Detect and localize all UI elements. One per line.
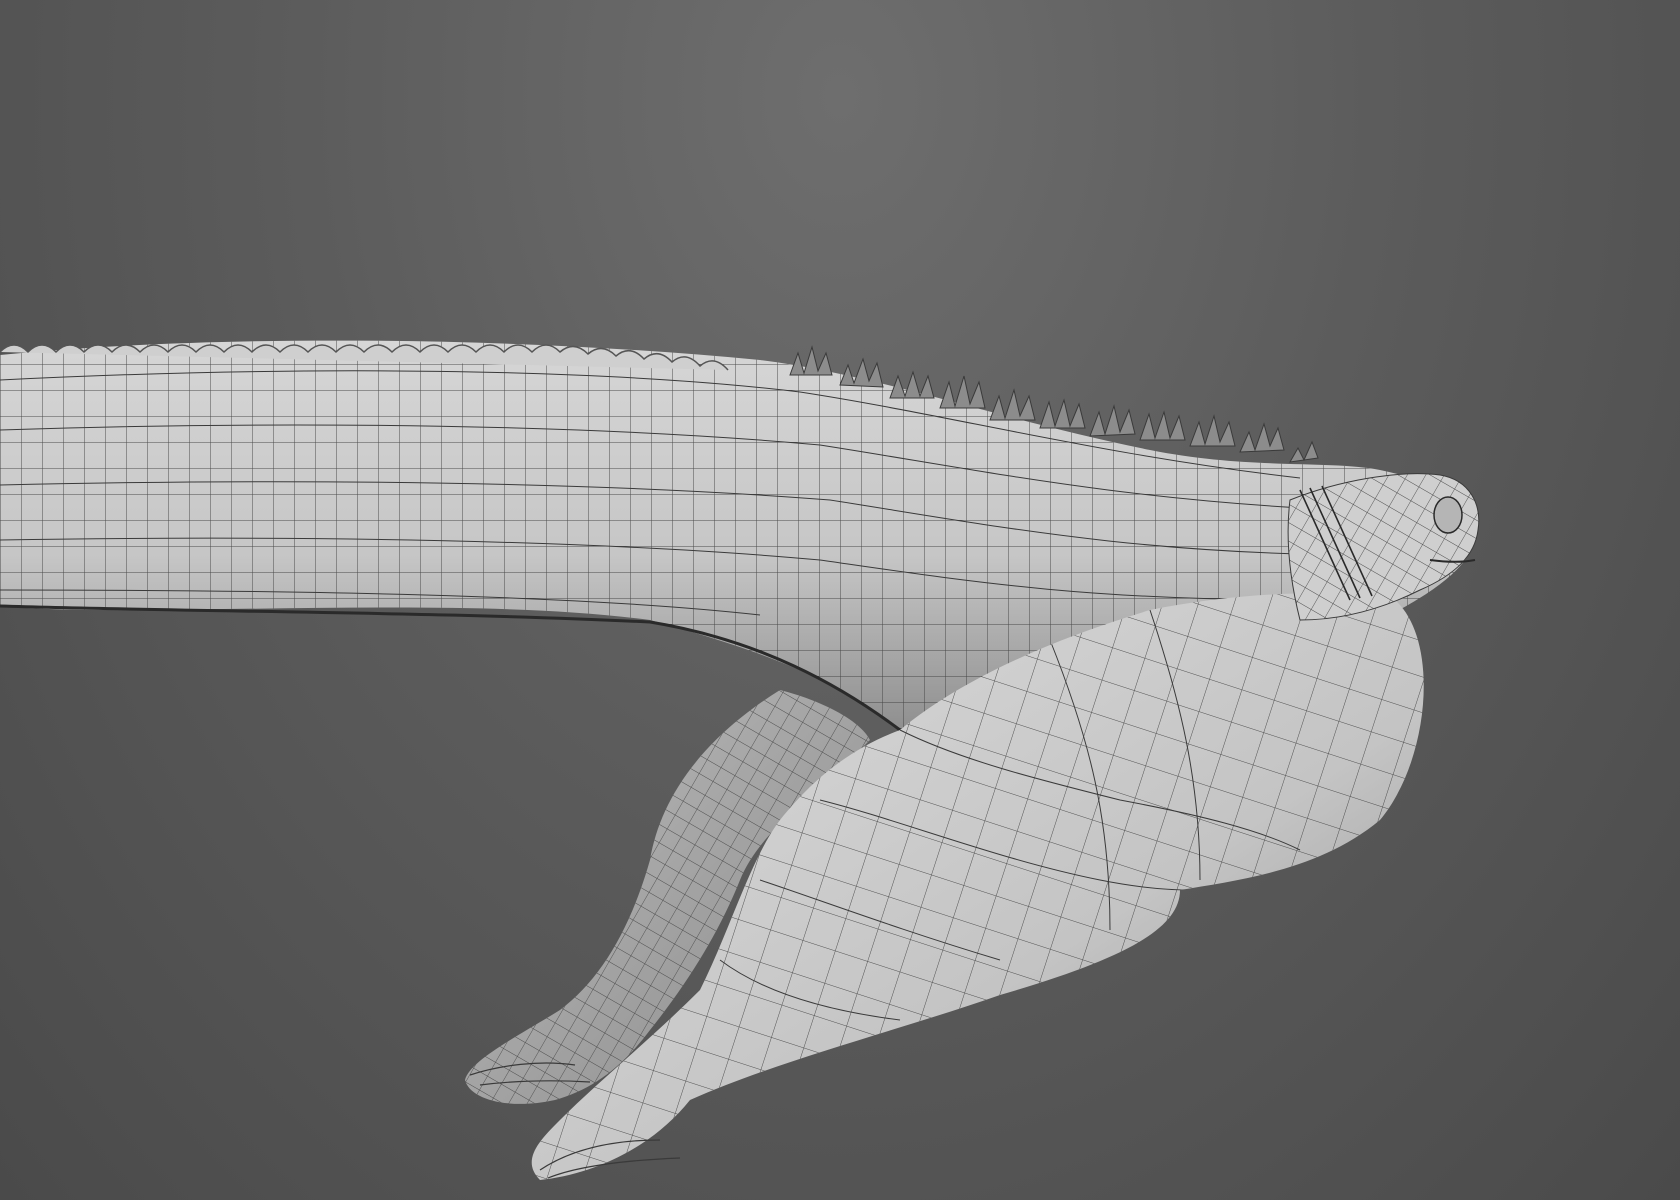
3d-viewport[interactable] — [0, 0, 1680, 1200]
eye — [1433, 496, 1463, 534]
wireframe-model-render — [0, 340, 1480, 1180]
head — [1287, 473, 1480, 621]
